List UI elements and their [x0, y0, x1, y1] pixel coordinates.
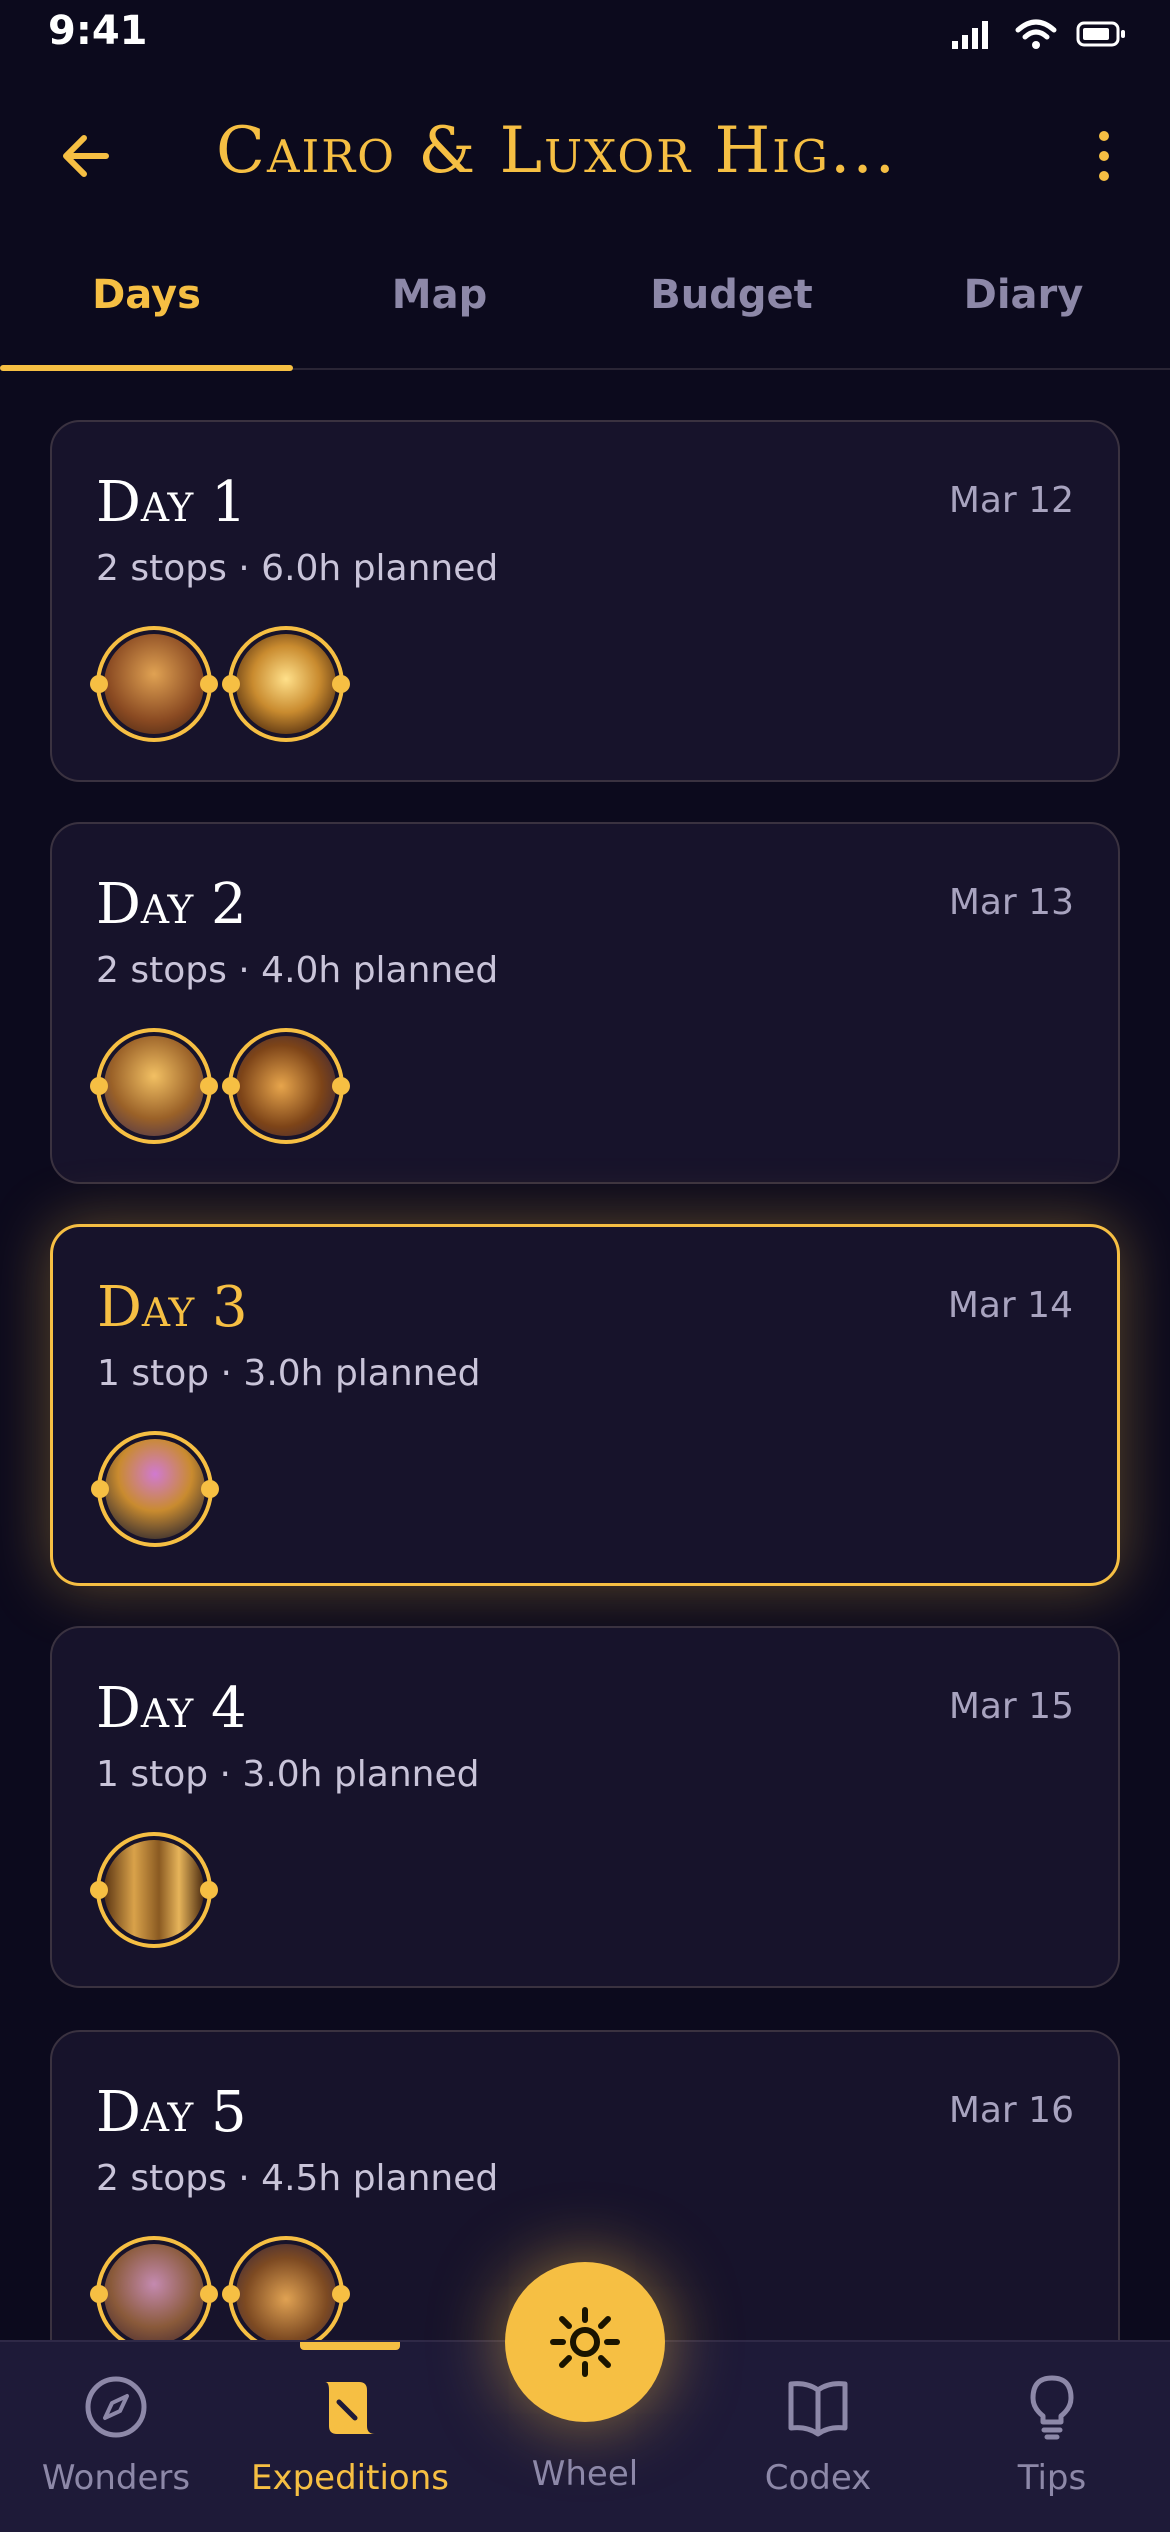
tab-diary[interactable]: Diary [877, 272, 1170, 318]
stop-thumbnails [90, 1028, 350, 1144]
stop-thumbnails [91, 1431, 219, 1547]
day-title: Day 2 [96, 872, 247, 937]
lightbulb-icon [1030, 2375, 1074, 2440]
day-summary: 2 stops · 6.0h planned [96, 548, 499, 589]
nav-label: Wonders [41, 2458, 191, 2498]
active-tab-indicator [0, 365, 293, 371]
nav-expeditions[interactable]: Expeditions [250, 2372, 450, 2498]
stop-thumbnail[interactable] [222, 626, 350, 742]
tab-bar: Days Map Budget Diary [0, 240, 1170, 371]
status-bar: 9:41 [0, 0, 1170, 70]
tab-map[interactable]: Map [293, 272, 586, 318]
day-summary: 1 stop · 3.0h planned [97, 1353, 481, 1394]
stop-thumbnail[interactable] [90, 2236, 218, 2352]
book-icon [788, 2381, 848, 2437]
stop-thumbnail[interactable] [222, 1028, 350, 1144]
stop-thumbnail[interactable] [90, 1832, 218, 1948]
tab-days[interactable]: Days [0, 272, 293, 318]
day-summary: 1 stop · 3.0h planned [96, 1754, 480, 1795]
nav-label: Codex [764, 2458, 872, 2498]
day-title: Day 1 [96, 470, 247, 535]
status-time: 9:41 [48, 8, 148, 54]
stop-thumbnail[interactable] [91, 1431, 219, 1547]
stop-thumbnails [90, 626, 350, 742]
nav-wonders[interactable]: Wonders [16, 2372, 216, 2498]
tab-budget[interactable]: Budget [585, 272, 878, 318]
active-nav-indicator [300, 2342, 400, 2350]
stop-thumbnail[interactable] [90, 1028, 218, 1144]
day-card-1[interactable]: Day 1 Mar 12 2 stops · 6.0h planned [50, 420, 1120, 782]
day-summary: 2 stops · 4.5h planned [96, 2158, 499, 2199]
sun-icon [550, 2307, 620, 2377]
nav-codex[interactable]: Codex [718, 2372, 918, 2498]
nav-label: Tips [1017, 2458, 1087, 2498]
day-title: Day 5 [96, 2080, 247, 2145]
nav-tips[interactable]: Tips [952, 2372, 1152, 2498]
nav-wheel-label: Wheel [531, 2454, 639, 2494]
day-card-4[interactable]: Day 4 Mar 15 1 stop · 3.0h planned [50, 1626, 1120, 1988]
cellular-signal-icon [952, 21, 988, 49]
stop-thumbnail[interactable] [222, 2236, 350, 2352]
app-header: Cairo & Luxor Hig... [0, 100, 1170, 210]
day-card-2[interactable]: Day 2 Mar 13 2 stops · 4.0h planned [50, 822, 1120, 1184]
day-title: Day 3 [97, 1275, 248, 1340]
day-date: Mar 16 [948, 2090, 1074, 2131]
nav-label: Expeditions [251, 2458, 449, 2498]
compass-icon [85, 2376, 147, 2438]
day-title: Day 4 [96, 1676, 247, 1741]
page-title: Cairo & Luxor Hig... [216, 114, 898, 188]
stop-thumbnail[interactable] [90, 626, 218, 742]
battery-icon [1076, 21, 1125, 47]
day-date: Mar 15 [948, 1686, 1074, 1727]
back-arrow-icon[interactable] [56, 126, 116, 186]
day-summary: 2 stops · 4.0h planned [96, 950, 499, 991]
wifi-icon [1015, 19, 1057, 49]
stop-thumbnails [90, 2236, 350, 2352]
day-date: Mar 14 [947, 1285, 1073, 1326]
day-date: Mar 13 [948, 882, 1074, 923]
more-options-icon[interactable] [1094, 128, 1114, 184]
wheel-button[interactable] [505, 2262, 665, 2422]
day-date: Mar 12 [948, 480, 1074, 521]
stop-thumbnails [90, 1832, 218, 1948]
scroll-icon [325, 2382, 375, 2434]
day-card-3[interactable]: Day 3 Mar 14 1 stop · 3.0h planned [50, 1224, 1120, 1586]
